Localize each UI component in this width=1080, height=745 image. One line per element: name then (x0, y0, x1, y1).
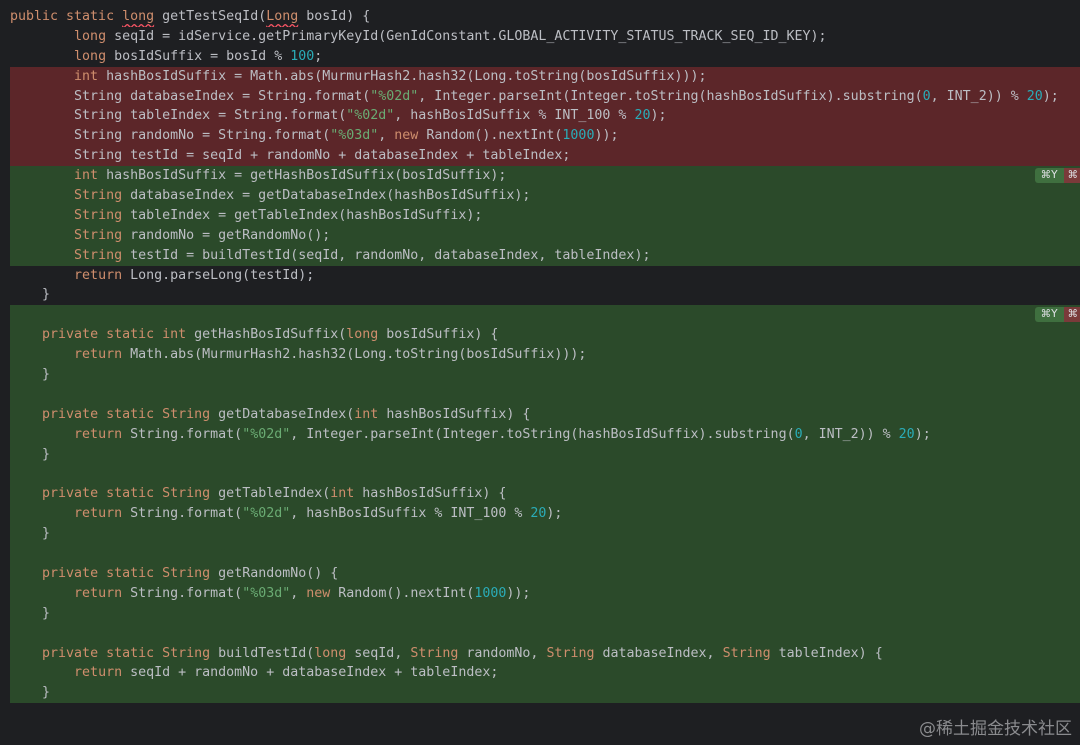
code-text: String tableIndex = String.format("%02d"… (10, 108, 667, 124)
empty-area: @稀土掘金技术社区 (0, 703, 1080, 745)
code-line-add[interactable] (10, 464, 1080, 485)
code-line-add[interactable]: String testId = buildTestId(seqId, rando… (10, 245, 1080, 266)
code-text: return String.format("%02d", hashBosIdSu… (74, 506, 563, 522)
code-line-add[interactable]: return Math.abs(MurmurHash2.hash32(Long.… (10, 345, 1080, 366)
code-text: String randomNo = String.format("%03d", … (10, 128, 619, 144)
code-text: } (10, 367, 51, 383)
code-text: return seqId + randomNo + databaseIndex … (74, 665, 499, 681)
code-text: } (10, 526, 51, 542)
code-line-add[interactable]: } (10, 444, 1080, 465)
code-text: } (10, 446, 51, 462)
code-text: long bosIdSuffix = bosId % 100; (74, 48, 323, 64)
code-line-del[interactable]: String databaseIndex = String.format("%0… (10, 86, 1080, 107)
code-text: } (10, 605, 51, 621)
code-line-add[interactable]: } (10, 603, 1080, 624)
code-line-add[interactable]: return String.format("%02d", hashBosIdSu… (10, 504, 1080, 525)
code-text: private static int getHashBosIdSuffix(lo… (42, 327, 499, 343)
code-text: String randomNo = getRandomNo(); (74, 227, 331, 243)
code-text: String tableIndex = getTableIndex(hashBo… (74, 207, 483, 223)
reject-change-button[interactable]: ⌘ (1063, 307, 1080, 323)
code-line-ctx[interactable]: long bosIdSuffix = bosId % 100; (10, 46, 1080, 67)
code-line-add[interactable]: return seqId + randomNo + databaseIndex … (10, 663, 1080, 684)
code-line-add[interactable]: int hashBosIdSuffix = getHashBosIdSuffix… (10, 166, 1080, 187)
code-text: private static String getRandomNo() { (42, 565, 339, 581)
reject-change-button[interactable]: ⌘ (1063, 168, 1080, 184)
code-line-add[interactable]: private static String getTableIndex(int … (10, 484, 1080, 505)
code-line-add[interactable]: } (10, 365, 1080, 385)
code-line-ctx[interactable]: } (10, 285, 1080, 306)
accept-change-button[interactable]: ⌘Y (1034, 307, 1064, 323)
code-line-add[interactable]: String tableIndex = getTableIndex(hashBo… (10, 205, 1080, 226)
code-text: } (10, 287, 51, 303)
code-line-del[interactable]: String randomNo = String.format("%03d", … (10, 126, 1080, 147)
code-line-add[interactable] (10, 544, 1080, 564)
accept-change-button[interactable]: ⌘Y (1034, 168, 1064, 184)
code-line-del[interactable]: String testId = seqId + randomNo + datab… (10, 146, 1080, 167)
code-line-add[interactable]: } (10, 524, 1080, 545)
code-line-add[interactable]: private static String getDatabaseIndex(i… (10, 404, 1080, 425)
code-line-add[interactable]: ⌘Y ⌘ (10, 305, 1080, 326)
code-line-add[interactable]: private static int getHashBosIdSuffix(lo… (10, 325, 1080, 346)
code-line-add[interactable]: } (10, 683, 1080, 704)
code-line-ctx[interactable]: return Long.parseLong(testId); (10, 265, 1080, 286)
code-text: String databaseIndex = getDatabaseIndex(… (74, 188, 531, 204)
code-line-add[interactable]: private static String getRandomNo() { (10, 563, 1080, 584)
code-text: private static String buildTestId(long s… (42, 645, 883, 661)
code-line-add[interactable]: String databaseIndex = getDatabaseIndex(… (10, 186, 1080, 206)
code-text: String testId = buildTestId(seqId, rando… (74, 247, 651, 263)
code-text: int hashBosIdSuffix = getHashBosIdSuffix… (74, 168, 507, 184)
code-line-del[interactable]: String tableIndex = String.format("%02d"… (10, 106, 1080, 127)
diff-actions: ⌘Y ⌘ (1034, 168, 1080, 184)
code-line-add[interactable]: return String.format("%03d", new Random(… (10, 583, 1080, 604)
code-text: String databaseIndex = String.format("%0… (10, 88, 1059, 104)
code-line-add[interactable] (10, 384, 1080, 405)
code-line-add[interactable]: return String.format("%02d", Integer.par… (10, 424, 1080, 445)
code-line-del[interactable]: int hashBosIdSuffix = Math.abs(MurmurHas… (10, 66, 1080, 87)
code-text: return String.format("%03d", new Random(… (74, 585, 531, 601)
code-text: int hashBosIdSuffix = Math.abs(MurmurHas… (74, 68, 707, 84)
watermark: @稀土掘金技术社区 (919, 719, 1072, 739)
code-text: private static String getDatabaseIndex(i… (42, 406, 531, 422)
code-text: return Math.abs(MurmurHash2.hash32(Long.… (74, 347, 587, 363)
code-line-add[interactable]: private static String buildTestId(long s… (10, 643, 1080, 664)
code-text: private static String getTableIndex(int … (42, 486, 507, 502)
code-text: public static long getTestSeqId(Long bos… (10, 9, 371, 24)
code-line-add[interactable] (10, 623, 1080, 644)
code-text: long seqId = idService.getPrimaryKeyId(G… (74, 28, 827, 44)
code-text: String testId = seqId + randomNo + datab… (10, 148, 571, 164)
code-text: } (10, 685, 51, 701)
code-line-add[interactable]: String randomNo = getRandomNo(); (10, 225, 1080, 246)
code-line-ctx[interactable]: long seqId = idService.getPrimaryKeyId(G… (10, 26, 1080, 47)
code-text: return Long.parseLong(testId); (74, 267, 315, 283)
diff-actions: ⌘Y ⌘ (1034, 307, 1080, 323)
code-text: return String.format("%02d", Integer.par… (74, 426, 931, 442)
code-line-ctx[interactable]: public static long getTestSeqId(Long bos… (10, 7, 1080, 27)
code-editor[interactable]: public static long getTestSeqId(Long bos… (10, 7, 1080, 710)
